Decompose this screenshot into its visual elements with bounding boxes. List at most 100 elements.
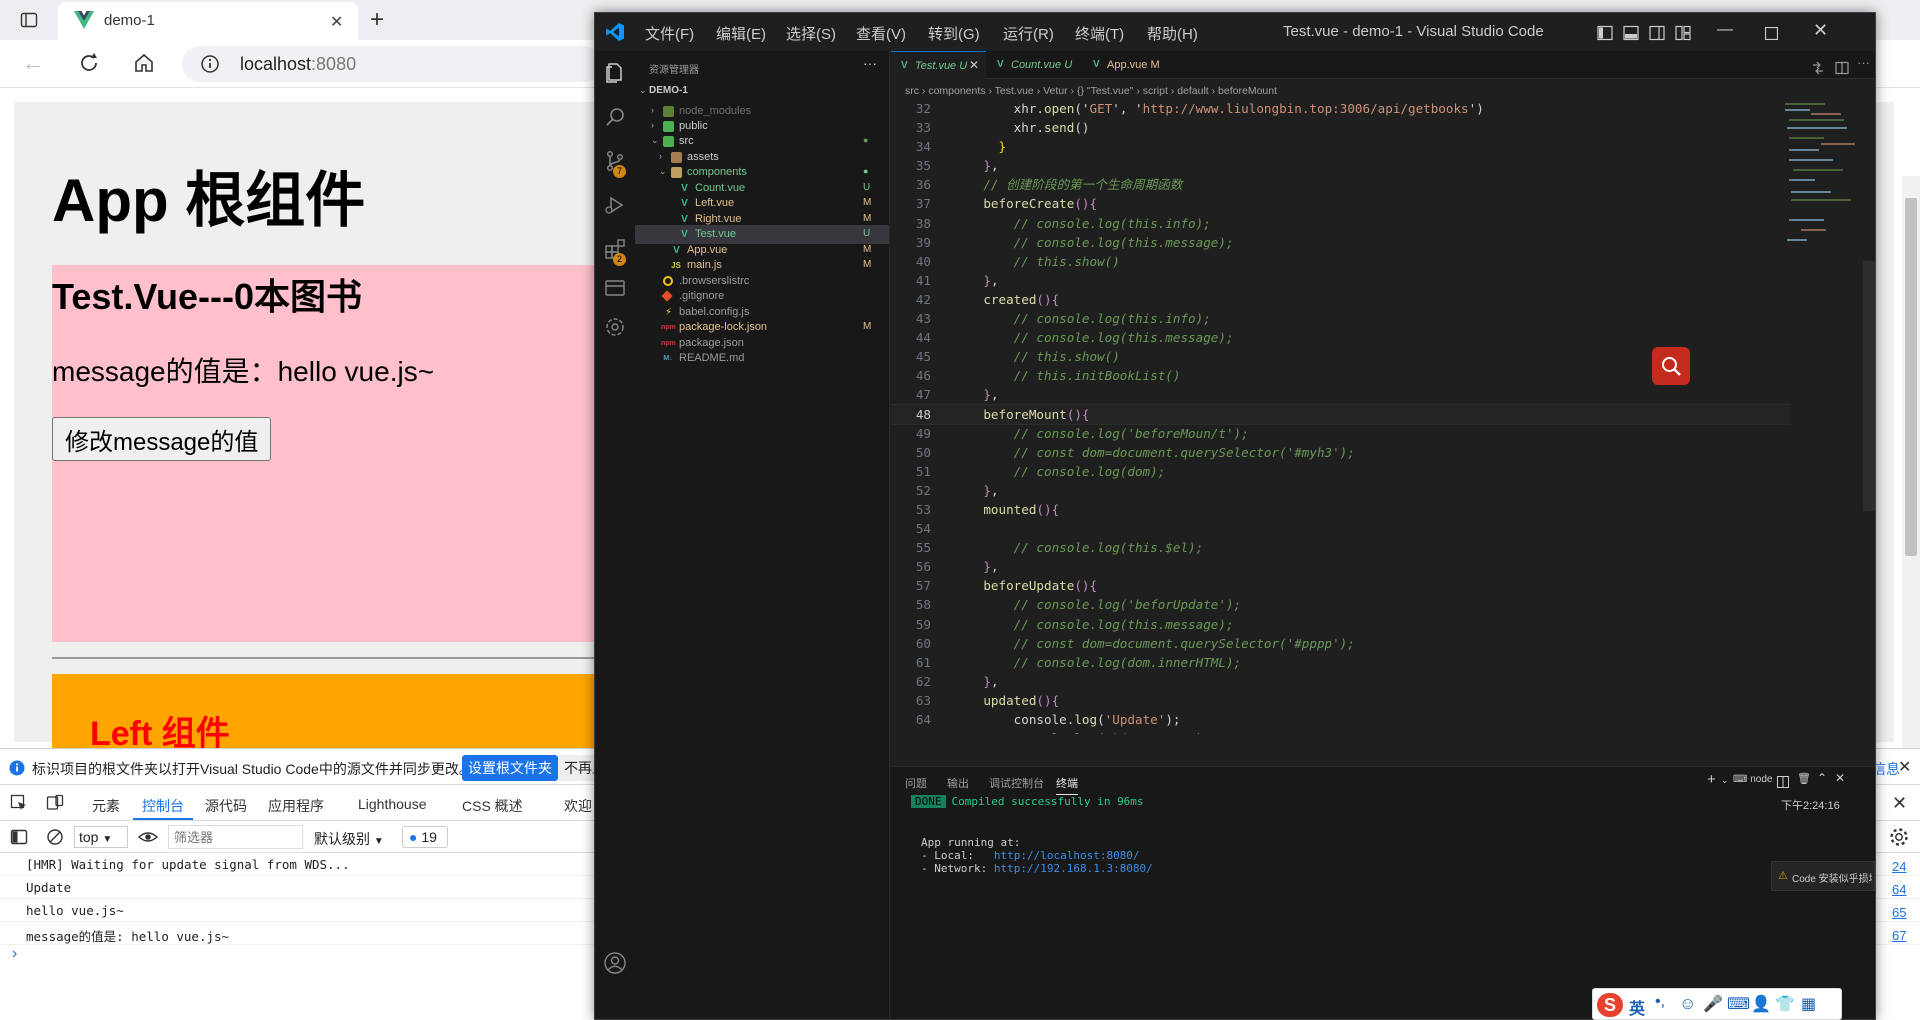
- browser-tab[interactable]: demo-1 ✕: [58, 2, 358, 40]
- info-link[interactable]: 信息: [1872, 759, 1900, 779]
- editor-tab-count-vue[interactable]: V Count.vue U: [987, 51, 1082, 79]
- editor-tab-app-vue[interactable]: V App.vue M: [1083, 51, 1173, 79]
- trash-icon[interactable]: 🗑: [1797, 772, 1811, 785]
- toggle-panel-icon[interactable]: [1623, 24, 1639, 42]
- source-link[interactable]: 24: [1892, 859, 1906, 874]
- source-link[interactable]: 65: [1892, 905, 1906, 920]
- terminal-output[interactable]: DONE Compiled successfully in 96ms App ru…: [911, 795, 1153, 875]
- customize-layout-icon[interactable]: [1675, 24, 1691, 42]
- toolbox-grid-icon[interactable]: ▦: [1801, 994, 1816, 1014]
- sidebar-toggle-icon[interactable]: [10, 828, 28, 846]
- panel-tab-terminal[interactable]: 终端: [1056, 775, 1078, 795]
- code-editor[interactable]: 32 xhr.open('GET', 'http://www.liulongbi…: [891, 99, 1791, 734]
- ime-language-toggle[interactable]: 英: [1629, 995, 1645, 1019]
- code-text: // console.log(this.message);: [953, 328, 1234, 347]
- editor-scrollbar[interactable]: [1863, 261, 1875, 511]
- more-actions-icon[interactable]: ···: [863, 55, 877, 71]
- url-field[interactable]: localhost:8080: [182, 46, 602, 82]
- clear-console-icon[interactable]: [46, 828, 64, 846]
- set-root-folder-button[interactable]: 设置根文件夹: [462, 755, 558, 781]
- run-debug-icon[interactable]: [603, 193, 627, 217]
- maximize-icon[interactable]: [1765, 25, 1778, 43]
- explorer-icon[interactable]: [603, 61, 627, 85]
- search-floating-button[interactable]: [1652, 347, 1690, 385]
- menu-goto[interactable]: 转到(G): [928, 23, 980, 44]
- home-icon[interactable]: [133, 52, 155, 74]
- workspace-root[interactable]: DEMO-1: [649, 85, 688, 96]
- panel-tab-problems[interactable]: 问题: [905, 775, 927, 791]
- new-terminal-icon[interactable]: +: [1707, 771, 1716, 788]
- split-editor-icon[interactable]: [1835, 59, 1849, 77]
- menu-file[interactable]: 文件(F): [645, 23, 694, 44]
- scroll-thumb[interactable]: [1905, 198, 1917, 556]
- source-link[interactable]: 67: [1892, 928, 1906, 943]
- menu-terminal[interactable]: 终端(T): [1075, 23, 1124, 44]
- minimap[interactable]: [1781, 99, 1871, 259]
- chevron-up-icon[interactable]: ⌃: [1817, 771, 1827, 785]
- emoji-icon[interactable]: ☺: [1679, 994, 1696, 1014]
- close-tab-icon[interactable]: ✕: [969, 58, 979, 72]
- change-message-button[interactable]: 修改message的值: [52, 417, 272, 461]
- live-expression-eye-icon[interactable]: [138, 828, 158, 846]
- reload-icon[interactable]: [78, 52, 100, 74]
- tab-elements[interactable]: 元素: [92, 796, 120, 816]
- punctuation-icon[interactable]: •,: [1655, 993, 1665, 1011]
- close-window-icon[interactable]: ✕: [1813, 20, 1828, 41]
- log-level-select[interactable]: 默认级别 ▼: [314, 829, 384, 849]
- notification-toast[interactable]: ⚠ Code 安装似乎损坏...: [1771, 861, 1875, 891]
- close-tab-icon[interactable]: ✕: [330, 12, 343, 32]
- split-terminal-icon[interactable]: [1777, 773, 1789, 791]
- breadcrumb[interactable]: src › components › Test.vue › Vetur › {}…: [905, 85, 1277, 97]
- issues-counter[interactable]: ● 19: [402, 826, 448, 848]
- console-settings-gear-icon[interactable]: [1888, 826, 1910, 848]
- close-devtools-icon[interactable]: ✕: [1892, 793, 1907, 814]
- keyboard-icon[interactable]: ⌨: [1727, 994, 1750, 1014]
- console-filter-input[interactable]: [168, 825, 303, 849]
- remote-explorer-icon[interactable]: [603, 277, 627, 301]
- account-icon[interactable]: [603, 951, 627, 975]
- console-prompt[interactable]: ›: [12, 945, 17, 963]
- toggle-primary-sidebar-icon[interactable]: [1597, 24, 1613, 42]
- tab-sources[interactable]: 源代码: [205, 796, 247, 816]
- minimize-icon[interactable]: —: [1717, 21, 1733, 39]
- context-select[interactable]: top ▼: [74, 826, 128, 848]
- tab-welcome[interactable]: 欢迎: [564, 796, 592, 816]
- close-infobar-icon[interactable]: ✕: [1898, 757, 1911, 777]
- chatgpt-icon[interactable]: [603, 315, 627, 339]
- menu-selection[interactable]: 选择(S): [786, 23, 836, 44]
- more-actions-icon[interactable]: ···: [1857, 55, 1870, 70]
- open-changes-icon[interactable]: [1811, 59, 1825, 77]
- editor-tab-test-vue[interactable]: V Test.vue U ✕: [891, 51, 986, 79]
- microphone-icon[interactable]: 🎤: [1703, 994, 1723, 1014]
- user-icon[interactable]: 👤: [1751, 994, 1771, 1014]
- page-scrollbar[interactable]: [1902, 176, 1920, 836]
- new-tab-icon[interactable]: +: [370, 6, 384, 34]
- toggle-secondary-sidebar-icon[interactable]: [1649, 24, 1665, 42]
- back-icon[interactable]: ←: [22, 50, 44, 76]
- panel-tab-debug-console[interactable]: 调试控制台: [989, 775, 1044, 791]
- skin-icon[interactable]: 👕: [1775, 994, 1795, 1014]
- search-icon[interactable]: [603, 105, 627, 129]
- tab-css-overview[interactable]: CSS 概述: [462, 796, 523, 816]
- menu-help[interactable]: 帮助(H): [1147, 23, 1198, 44]
- local-url-link[interactable]: http://localhost:8080/: [994, 849, 1140, 862]
- site-info-icon[interactable]: [200, 54, 220, 74]
- close-panel-icon[interactable]: ✕: [1835, 771, 1845, 785]
- tab-console[interactable]: 控制台: [142, 796, 184, 816]
- source-link[interactable]: 64: [1892, 882, 1906, 897]
- panel-tab-output[interactable]: 输出: [947, 775, 969, 791]
- menu-view[interactable]: 查看(V): [856, 23, 906, 44]
- menu-run[interactable]: 运行(R): [1003, 23, 1054, 44]
- terminal-node-tab[interactable]: ⌨ node: [1733, 774, 1772, 785]
- chevron-down-icon[interactable]: ⌄: [1721, 775, 1729, 786]
- tab-lighthouse[interactable]: Lighthouse: [358, 796, 427, 812]
- tab-actions-icon[interactable]: [20, 11, 38, 29]
- network-url-link[interactable]: http://192.168.1.3:8080/: [994, 862, 1153, 875]
- tree-item-readme[interactable]: M↓ README.md: [635, 349, 889, 368]
- tab-application[interactable]: 应用程序: [268, 796, 324, 816]
- code-token: this: [1105, 731, 1135, 734]
- inspect-element-icon[interactable]: [10, 794, 28, 812]
- device-toolbar-icon[interactable]: [46, 794, 64, 812]
- menu-edit[interactable]: 编辑(E): [716, 23, 766, 44]
- ime-toolbar[interactable]: S 英 •, ☺ 🎤 ⌨ 👤 👕 ▦: [1592, 988, 1842, 1020]
